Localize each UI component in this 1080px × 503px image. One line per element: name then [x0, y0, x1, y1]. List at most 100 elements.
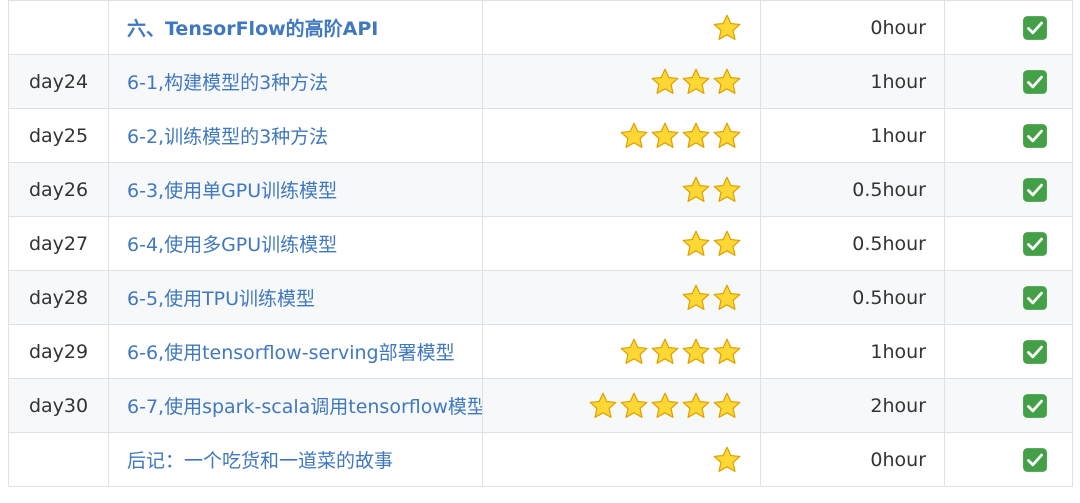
status-cell — [944, 108, 1073, 163]
difficulty-stars — [650, 67, 742, 97]
check-icon — [1023, 177, 1047, 202]
check-icon — [1023, 69, 1047, 94]
table-row: 六、TensorFlow的高阶API 0hour — [8, 0, 1073, 55]
star-icon — [682, 122, 710, 148]
difficulty-stars — [712, 13, 742, 43]
title-cell: 6-5,使用TPU训练模型 — [108, 270, 483, 325]
difficulty-stars — [712, 445, 742, 475]
difficulty-cell — [482, 324, 761, 379]
status-cell — [944, 432, 1073, 487]
table-row: day26 6-3,使用单GPU训练模型 0.5hour — [8, 162, 1073, 217]
table-row: day25 6-2,训练模型的3种方法 1hour — [8, 108, 1073, 163]
hours-cell: 0hour — [760, 0, 945, 55]
difficulty-stars — [619, 337, 742, 367]
star-icon — [713, 392, 741, 418]
star-icon — [682, 68, 710, 94]
lesson-link[interactable]: 6-4,使用多GPU训练模型 — [127, 234, 337, 256]
difficulty-stars — [681, 283, 742, 313]
check-icon — [1023, 393, 1047, 418]
difficulty-cell — [482, 162, 761, 217]
schedule-table: 六、TensorFlow的高阶API 0hour day24 6-1,构建模型的3种方… — [8, 0, 1073, 487]
star-icon — [713, 14, 741, 40]
star-icon — [713, 446, 741, 472]
lesson-link[interactable]: 6-6,使用tensorflow-serving部署模型 — [127, 342, 455, 364]
table-row: day29 6-6,使用tensorflow-serving部署模型 1hour — [8, 324, 1073, 379]
hours-cell: 2hour — [760, 378, 945, 433]
star-icon — [682, 338, 710, 364]
star-icon — [589, 392, 617, 418]
difficulty-cell — [482, 0, 761, 55]
hours-cell: 0.5hour — [760, 216, 945, 271]
star-icon — [620, 338, 648, 364]
title-cell: 6-4,使用多GPU训练模型 — [108, 216, 483, 271]
check-icon — [1023, 285, 1047, 310]
check-icon — [1023, 123, 1047, 148]
day-cell: day27 — [8, 216, 109, 271]
star-icon — [682, 230, 710, 256]
table-row: day28 6-5,使用TPU训练模型 0.5hour — [8, 270, 1073, 325]
day-cell — [8, 0, 109, 55]
day-cell: day26 — [8, 162, 109, 217]
difficulty-cell — [482, 108, 761, 163]
check-icon — [1023, 15, 1047, 40]
day-cell — [8, 432, 109, 487]
table-row: 后记：一个吃货和一道菜的故事 0hour — [8, 432, 1073, 487]
difficulty-stars — [619, 121, 742, 151]
hours-cell: 1hour — [760, 324, 945, 379]
hours-cell: 0.5hour — [760, 270, 945, 325]
table-row: day30 6-7,使用spark-scala调用tensorflow模型 2hou… — [8, 378, 1073, 433]
difficulty-cell — [482, 216, 761, 271]
day-cell: day30 — [8, 378, 109, 433]
lesson-link[interactable]: 6-2,训练模型的3种方法 — [127, 126, 328, 148]
lesson-link[interactable]: 6-1,构建模型的3种方法 — [127, 72, 328, 94]
check-icon — [1023, 231, 1047, 256]
table-row: day27 6-4,使用多GPU训练模型 0.5hour — [8, 216, 1073, 271]
status-cell — [944, 378, 1073, 433]
star-icon — [713, 338, 741, 364]
difficulty-cell — [482, 432, 761, 487]
title-cell: 6-7,使用spark-scala调用tensorflow模型 — [108, 378, 483, 433]
status-cell — [944, 0, 1073, 55]
star-icon — [713, 176, 741, 202]
star-icon — [651, 122, 679, 148]
hours-cell: 0hour — [760, 432, 945, 487]
status-cell — [944, 216, 1073, 271]
difficulty-stars — [681, 175, 742, 205]
difficulty-cell — [482, 54, 761, 109]
star-icon — [713, 230, 741, 256]
star-icon — [620, 122, 648, 148]
status-cell — [944, 324, 1073, 379]
lesson-link[interactable]: 六、TensorFlow的高阶API — [127, 18, 378, 40]
table-row: day24 6-1,构建模型的3种方法 1hour — [8, 54, 1073, 109]
star-icon — [713, 284, 741, 310]
hours-cell: 1hour — [760, 54, 945, 109]
title-cell: 六、TensorFlow的高阶API — [108, 0, 483, 55]
difficulty-stars — [681, 229, 742, 259]
status-cell — [944, 54, 1073, 109]
title-cell: 6-3,使用单GPU训练模型 — [108, 162, 483, 217]
star-icon — [620, 392, 648, 418]
lesson-link[interactable]: 6-7,使用spark-scala调用tensorflow模型 — [127, 396, 482, 418]
star-icon — [651, 68, 679, 94]
table-body: 六、TensorFlow的高阶API 0hour day24 6-1,构建模型的3种方… — [8, 0, 1073, 487]
status-cell — [944, 270, 1073, 325]
day-cell: day29 — [8, 324, 109, 379]
hours-cell: 0.5hour — [760, 162, 945, 217]
difficulty-cell — [482, 378, 761, 433]
status-cell — [944, 162, 1073, 217]
lesson-link[interactable]: 后记：一个吃货和一道菜的故事 — [127, 450, 393, 472]
star-icon — [713, 68, 741, 94]
lesson-link[interactable]: 6-5,使用TPU训练模型 — [127, 288, 315, 310]
star-icon — [651, 338, 679, 364]
title-cell: 后记：一个吃货和一道菜的故事 — [108, 432, 483, 487]
check-icon — [1023, 339, 1047, 364]
star-icon — [651, 392, 679, 418]
lesson-link[interactable]: 6-3,使用单GPU训练模型 — [127, 180, 337, 202]
difficulty-stars — [588, 391, 742, 421]
day-cell: day28 — [8, 270, 109, 325]
day-cell: day25 — [8, 108, 109, 163]
star-icon — [713, 122, 741, 148]
star-icon — [682, 176, 710, 202]
star-icon — [682, 284, 710, 310]
title-cell: 6-2,训练模型的3种方法 — [108, 108, 483, 163]
